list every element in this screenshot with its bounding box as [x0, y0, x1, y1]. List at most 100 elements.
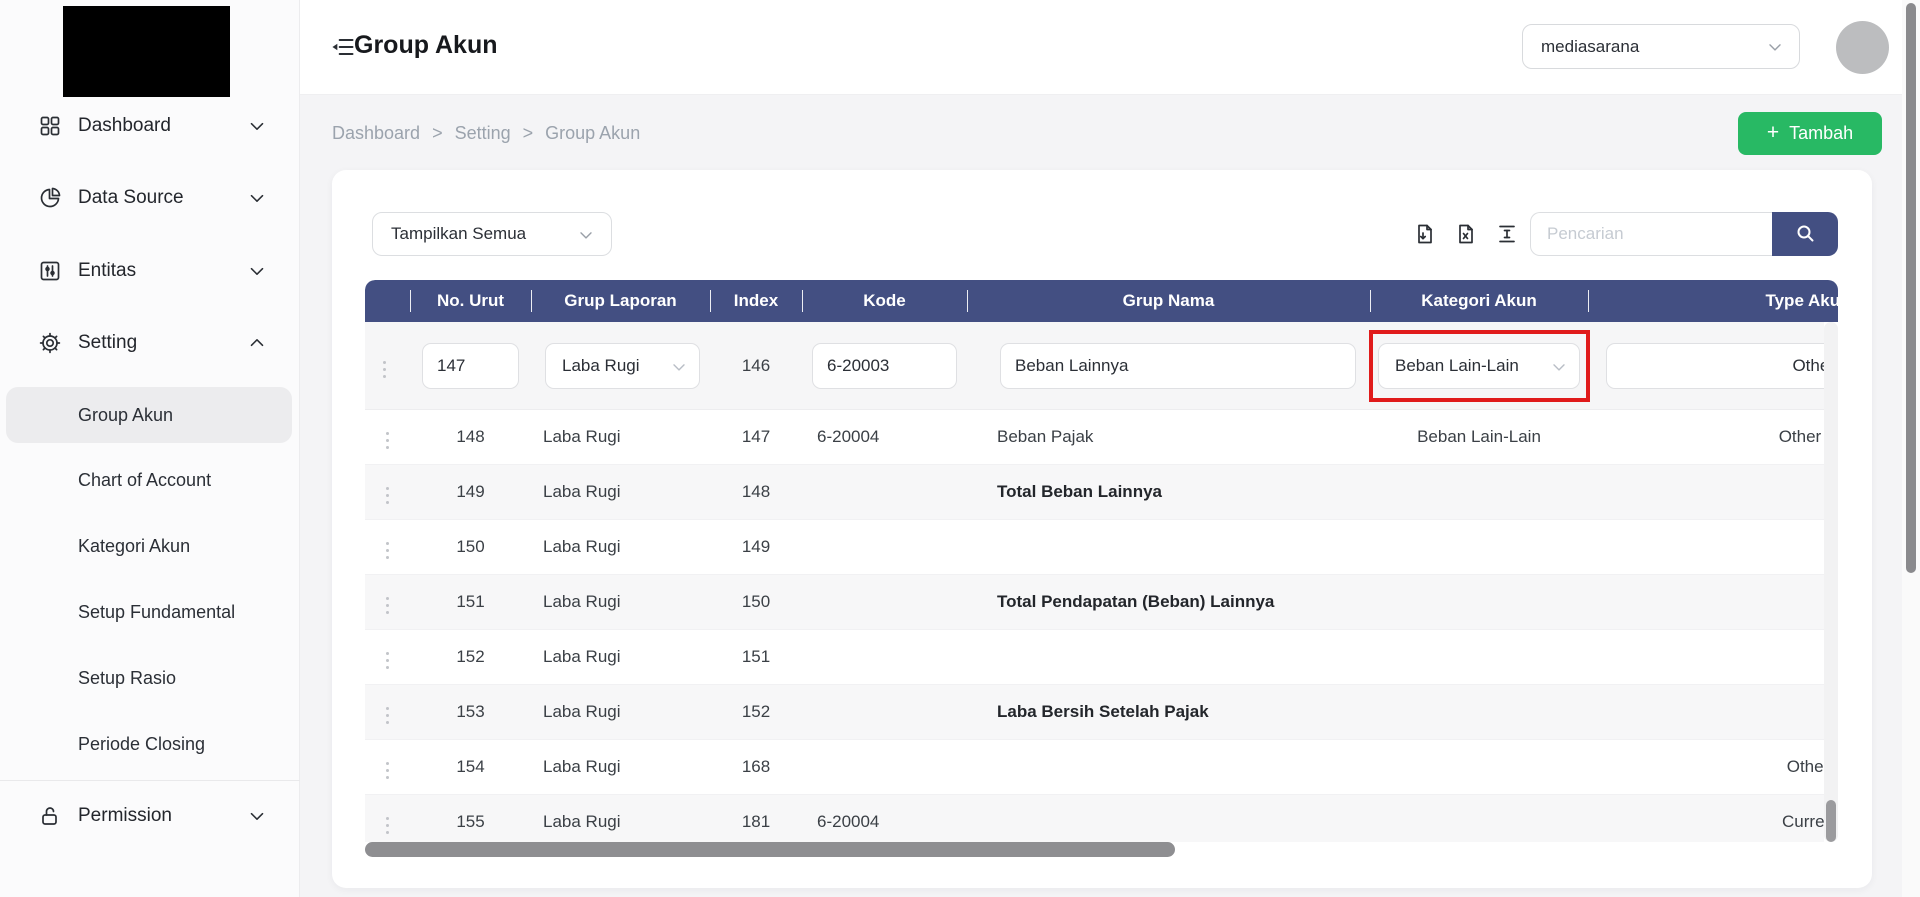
app-logo	[63, 6, 230, 97]
chevron-down-icon	[246, 115, 268, 137]
sidebar-item-setting[interactable]: Setting	[0, 319, 300, 367]
sidebar-item-chart-of-account[interactable]: Chart of Account	[6, 457, 292, 505]
cell-handle	[365, 795, 410, 842]
browser-scrollbar[interactable]	[1902, 0, 1920, 897]
column-header-index: Index	[710, 280, 802, 322]
sidebar-item-setup-rasio[interactable]: Setup Rasio	[6, 654, 292, 702]
sidebar-item-kategori-akun[interactable]: Kategori Akun	[6, 523, 292, 571]
cell-kategori-akun	[1370, 685, 1588, 739]
sidebar-item-data-source[interactable]: Data Source	[0, 174, 300, 222]
sidebar-item-label: Setting	[78, 332, 137, 354]
drag-handle-icon[interactable]	[383, 358, 397, 374]
workspace-select-value: mediasarana	[1541, 37, 1639, 57]
drag-handle-icon[interactable]	[386, 537, 389, 557]
sidebar-item-dashboard[interactable]: Dashboard	[0, 102, 300, 150]
cell-type-akun	[1588, 520, 1824, 574]
cell-type-akun	[1588, 575, 1824, 629]
drag-handle-icon[interactable]	[386, 592, 389, 612]
cell-no-urut: 151	[410, 575, 531, 629]
cell-kategori-akun	[1370, 630, 1588, 684]
pie-chart-icon	[38, 186, 62, 210]
cell-kode	[802, 740, 967, 794]
plus-icon: +	[1767, 121, 1779, 145]
no-urut-input[interactable]	[422, 343, 519, 389]
grup-nama-input[interactable]	[1000, 343, 1356, 389]
drag-handle-icon[interactable]	[386, 757, 389, 777]
chevron-down-icon	[1765, 37, 1785, 62]
type-akun-input[interactable]	[1606, 343, 1824, 389]
import-icon[interactable]	[1495, 222, 1519, 246]
breadcrumb-item[interactable]: Group Akun	[545, 123, 640, 144]
table-row: 154Laba Rugi168Other	[365, 740, 1824, 795]
column-header-grup-laporan: Grup Laporan	[531, 280, 710, 322]
search-button[interactable]	[1772, 212, 1838, 256]
breadcrumb-item[interactable]: Setting	[455, 123, 511, 144]
chevron-down-icon	[1549, 357, 1569, 382]
kategori-akun-select[interactable]: Beban Lain-Lain	[1378, 343, 1580, 389]
collapse-sidebar-icon[interactable]	[328, 33, 356, 61]
sidebar-item-setup-fundamental[interactable]: Setup Fundamental	[6, 588, 292, 636]
column-header-handle	[365, 280, 410, 322]
vertical-scrollbar-thumb[interactable]	[1826, 800, 1836, 842]
sidebar-item-label: Data Source	[78, 187, 184, 209]
table-row: 149Laba Rugi148Total Beban Lainnya	[365, 465, 1824, 520]
add-button-label: Tambah	[1789, 123, 1853, 144]
cell-grup-laporan: Laba Rugi	[531, 685, 710, 739]
search-group	[1530, 212, 1838, 256]
export-pdf-icon[interactable]	[1413, 222, 1437, 246]
table-row: 152Laba Rugi151	[365, 630, 1824, 685]
cell-type-akun	[1588, 685, 1824, 739]
sidebar-item-group-akun[interactable]: Group Akun	[6, 387, 292, 443]
cell-index: 168	[710, 740, 802, 794]
breadcrumb-item[interactable]: Dashboard	[332, 123, 420, 144]
drag-handle-icon[interactable]	[386, 482, 389, 502]
cell-kode	[802, 520, 967, 574]
cell-handle	[365, 685, 410, 739]
index-value: 146	[710, 322, 802, 410]
workspace-select[interactable]: mediasarana	[1522, 24, 1800, 69]
sidebar: Dashboard Data Source Entitas Setting Gr…	[0, 0, 300, 897]
browser-scrollbar-thumb[interactable]	[1906, 3, 1916, 573]
drag-handle-icon[interactable]	[386, 702, 389, 722]
grid-icon	[38, 114, 62, 138]
kode-input[interactable]	[812, 343, 957, 389]
cell-index: 148	[710, 465, 802, 519]
drag-handle-icon[interactable]	[386, 427, 389, 447]
table-row: 155Laba Rugi1816-20004Curren	[365, 795, 1824, 842]
table-vertical-scrollbar[interactable]	[1824, 322, 1838, 842]
chevron-down-icon	[246, 805, 268, 827]
add-tambah-button[interactable]: + Tambah	[1738, 112, 1882, 155]
drag-handle-icon[interactable]	[386, 812, 389, 832]
cell-grup-laporan: Laba Rugi	[531, 520, 710, 574]
cell-grup-nama: Total Beban Lainnya	[967, 465, 1370, 519]
cell-no-urut: 148	[410, 410, 531, 464]
cell-no-urut: 154	[410, 740, 531, 794]
drag-handle-icon[interactable]	[386, 647, 389, 667]
cell-grup-nama	[967, 795, 1370, 842]
cell-no-urut: 153	[410, 685, 531, 739]
cell-no-urut: 152	[410, 630, 531, 684]
horizontal-scrollbar-thumb[interactable]	[365, 842, 1175, 857]
cell-kategori-akun: Beban Lain-Lain	[1370, 410, 1588, 464]
cell-index: 152	[710, 685, 802, 739]
table-edit-row: Laba Rugi 146 Beban Lain-Lain	[365, 322, 1824, 410]
cell-grup-nama	[967, 520, 1370, 574]
column-header-kode: Kode	[802, 280, 967, 322]
table-rows: 148Laba Rugi1476-20004Beban PajakBeban L…	[365, 410, 1824, 842]
table-card: Tampilkan Semua No. UrutGrup LaporanInde…	[332, 170, 1872, 888]
sidebar-item-entitas[interactable]: Entitas	[0, 247, 300, 295]
sidebar-item-permission[interactable]: Permission	[0, 792, 300, 840]
cell-kategori-akun	[1370, 740, 1588, 794]
grup-laporan-select[interactable]: Laba Rugi	[545, 343, 700, 389]
table-row: 151Laba Rugi150Total Pendapatan (Beban) …	[365, 575, 1824, 630]
table-row: 153Laba Rugi152Laba Bersih Setelah Pajak	[365, 685, 1824, 740]
cell-kode	[802, 465, 967, 519]
cell-kategori-akun	[1370, 520, 1588, 574]
cell-no-urut: 149	[410, 465, 531, 519]
search-input[interactable]	[1530, 212, 1772, 256]
cell-grup-laporan: Laba Rugi	[531, 410, 710, 464]
sidebar-item-periode-closing[interactable]: Periode Closing	[6, 720, 292, 768]
export-excel-icon[interactable]	[1454, 222, 1478, 246]
filter-select[interactable]: Tampilkan Semua	[372, 212, 612, 256]
user-avatar[interactable]	[1836, 21, 1889, 74]
